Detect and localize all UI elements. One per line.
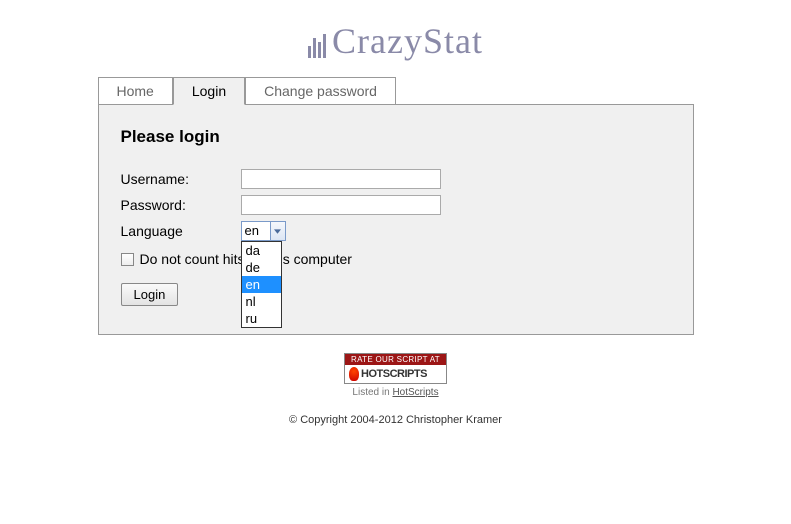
hotscripts-link[interactable]: HotScripts (392, 387, 438, 398)
chevron-down-icon (274, 229, 281, 234)
tab-login[interactable]: Login (173, 77, 245, 105)
password-label: Password: (121, 197, 241, 213)
flame-icon (349, 367, 359, 381)
password-input[interactable] (241, 195, 441, 215)
tabs-bar: Home Login Change password (98, 77, 694, 105)
lang-option-de[interactable]: de (242, 259, 281, 276)
panel-heading: Please login (121, 127, 671, 147)
language-selected[interactable]: en (241, 221, 271, 241)
listed-prefix: Listed in (352, 387, 392, 398)
logo-text: CrazyStat (332, 21, 483, 61)
login-button[interactable]: Login (121, 283, 179, 306)
lang-option-ru[interactable]: ru (242, 310, 281, 327)
footer: RATE OUR SCRIPT AT HOTSCRIPTS Listed in … (98, 353, 694, 426)
dropdown-button[interactable] (270, 221, 286, 241)
lang-option-nl[interactable]: nl (242, 293, 281, 310)
language-select[interactable]: en (241, 221, 286, 241)
logo: CrazyStat (0, 0, 791, 77)
lang-option-da[interactable]: da (242, 242, 281, 259)
tab-change-password[interactable]: Change password (245, 77, 396, 105)
no-count-checkbox[interactable] (121, 253, 134, 266)
hotscripts-brand: HOTSCRIPTS (361, 368, 427, 380)
rate-label: RATE OUR SCRIPT AT (345, 354, 446, 365)
bars-icon (308, 34, 328, 58)
tab-home[interactable]: Home (98, 77, 173, 105)
username-input[interactable] (241, 169, 441, 189)
hotscripts-badge[interactable]: RATE OUR SCRIPT AT HOTSCRIPTS (344, 353, 447, 384)
language-dropdown[interactable]: da de en nl ru (241, 241, 282, 328)
language-label: Language (121, 223, 241, 239)
username-label: Username: (121, 171, 241, 187)
login-panel: Please login Username: Password: Languag… (98, 104, 694, 335)
lang-option-en[interactable]: en (242, 276, 281, 293)
copyright: © Copyright 2004-2012 Christopher Kramer (98, 414, 694, 426)
